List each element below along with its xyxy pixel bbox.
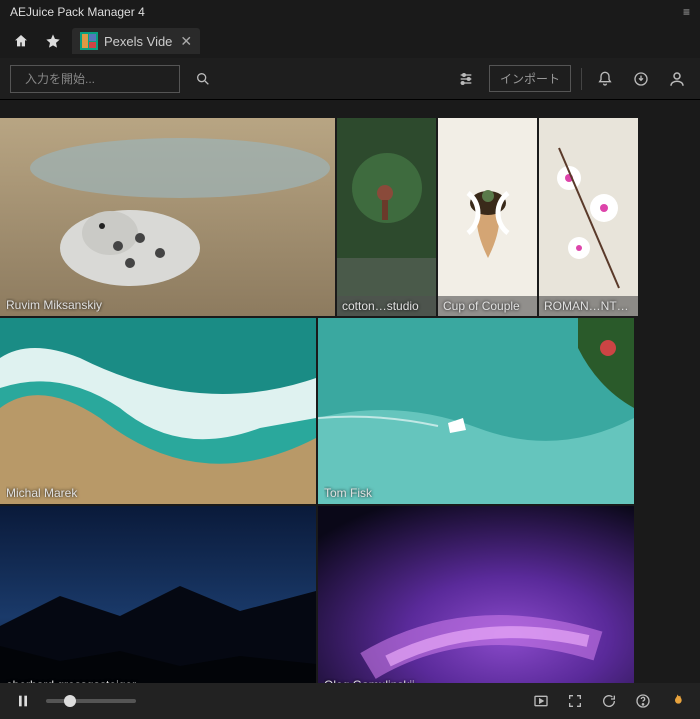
user-icon[interactable]	[664, 66, 690, 92]
video-thumb[interactable]: eberhard grossgasteiger	[0, 506, 316, 683]
titlebar: AEJuice Pack Manager 4 ≡	[0, 0, 700, 24]
toolbar: インポート	[0, 58, 700, 100]
author-label: Oleg Gamulinskii	[324, 678, 628, 683]
pexels-icon	[80, 32, 98, 50]
pause-icon[interactable]	[12, 690, 34, 712]
search-box[interactable]	[10, 65, 180, 93]
search-input[interactable]	[25, 72, 180, 86]
expand-icon[interactable]	[564, 690, 586, 712]
preview-icon[interactable]	[530, 690, 552, 712]
zoom-slider[interactable]	[46, 699, 136, 703]
menu-icon[interactable]: ≡	[683, 5, 690, 19]
gallery-row: Michal Marek Tom Fisk	[0, 318, 700, 504]
sliders-icon[interactable]	[453, 66, 479, 92]
app-title: AEJuice Pack Manager 4	[10, 5, 145, 19]
flame-icon[interactable]	[666, 690, 688, 712]
video-thumb[interactable]: Cup of Couple	[438, 118, 537, 316]
close-icon[interactable]: ✕	[180, 33, 192, 50]
gallery-row: Ruvim Miksanskiy cotton…studio Cup of Co	[0, 118, 700, 316]
author-label: Cup of Couple	[438, 296, 537, 316]
gallery-row: eberhard grossgasteiger Oleg Gamulinskii	[0, 506, 700, 683]
author-label: cotton…studio	[337, 296, 436, 316]
video-thumb[interactable]: ROMAN…NTSOV	[539, 118, 638, 316]
tab-label: Pexels Vide	[104, 34, 172, 49]
slider-knob[interactable]	[64, 695, 76, 707]
divider	[581, 68, 582, 90]
tabbar: Pexels Vide ✕	[0, 24, 700, 58]
help-icon[interactable]	[632, 690, 654, 712]
author-label: Tom Fisk	[324, 486, 628, 500]
author-label: ROMAN…NTSOV	[539, 296, 638, 316]
bottombar	[0, 683, 700, 719]
author-label: Ruvim Miksanskiy	[6, 298, 329, 312]
home-icon[interactable]	[8, 28, 34, 54]
author-label: eberhard grossgasteiger	[6, 678, 310, 683]
star-icon[interactable]	[40, 28, 66, 54]
video-thumb[interactable]: Ruvim Miksanskiy	[0, 118, 335, 316]
author-label: Michal Marek	[6, 486, 310, 500]
refresh-icon[interactable]	[598, 690, 620, 712]
video-thumb[interactable]: cotton…studio	[337, 118, 436, 316]
download-icon[interactable]	[628, 66, 654, 92]
video-thumb[interactable]: Oleg Gamulinskii	[318, 506, 634, 683]
gallery: Ruvim Miksanskiy cotton…studio Cup of Co	[0, 100, 700, 683]
search-go-icon[interactable]	[190, 66, 216, 92]
import-button[interactable]: インポート	[489, 65, 571, 92]
bell-icon[interactable]	[592, 66, 618, 92]
tab-pexels-video[interactable]: Pexels Vide ✕	[72, 28, 200, 54]
video-thumb[interactable]: Michal Marek	[0, 318, 316, 504]
video-thumb[interactable]: Tom Fisk	[318, 318, 634, 504]
